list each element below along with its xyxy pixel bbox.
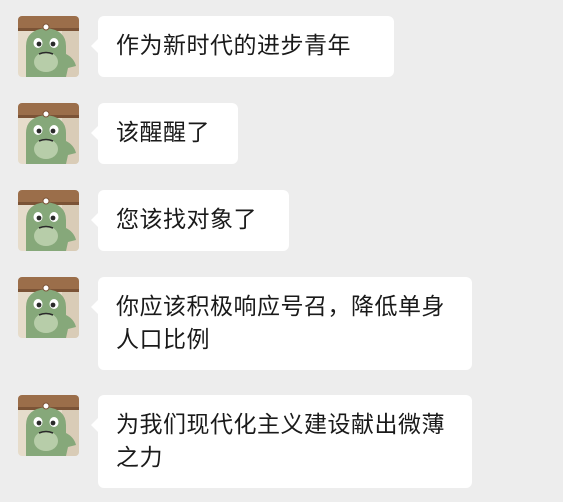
- message-text: 该醒醒了: [116, 120, 210, 146]
- message-bubble[interactable]: 作为新时代的进步青年: [91, 16, 394, 77]
- frog-avatar-icon[interactable]: [18, 190, 79, 251]
- message-bubble[interactable]: 该醒醒了: [91, 103, 238, 164]
- message-bubble[interactable]: 您该找对象了: [91, 190, 289, 251]
- message-bubble[interactable]: 你应该积极响应号召，降低单身人口比例: [91, 277, 472, 370]
- message-bubble[interactable]: 为我们现代化主义建设献出微薄之力: [91, 395, 472, 488]
- frog-avatar-icon[interactable]: [18, 103, 79, 164]
- chat-area: 作为新时代的进步青年 该醒醒了 您该找对象了 你应该积极响应号召，降低单身人口比…: [0, 0, 563, 502]
- frog-avatar-icon[interactable]: [18, 395, 79, 456]
- message-text: 你应该积极响应号召，降低单身人口比例: [116, 294, 445, 353]
- frog-avatar-icon[interactable]: [18, 277, 79, 338]
- frog-avatar-icon[interactable]: [18, 16, 79, 77]
- message-text: 为我们现代化主义建设献出微薄之力: [116, 412, 445, 471]
- message-text: 您该找对象了: [116, 207, 257, 233]
- message-text: 作为新时代的进步青年: [116, 33, 351, 59]
